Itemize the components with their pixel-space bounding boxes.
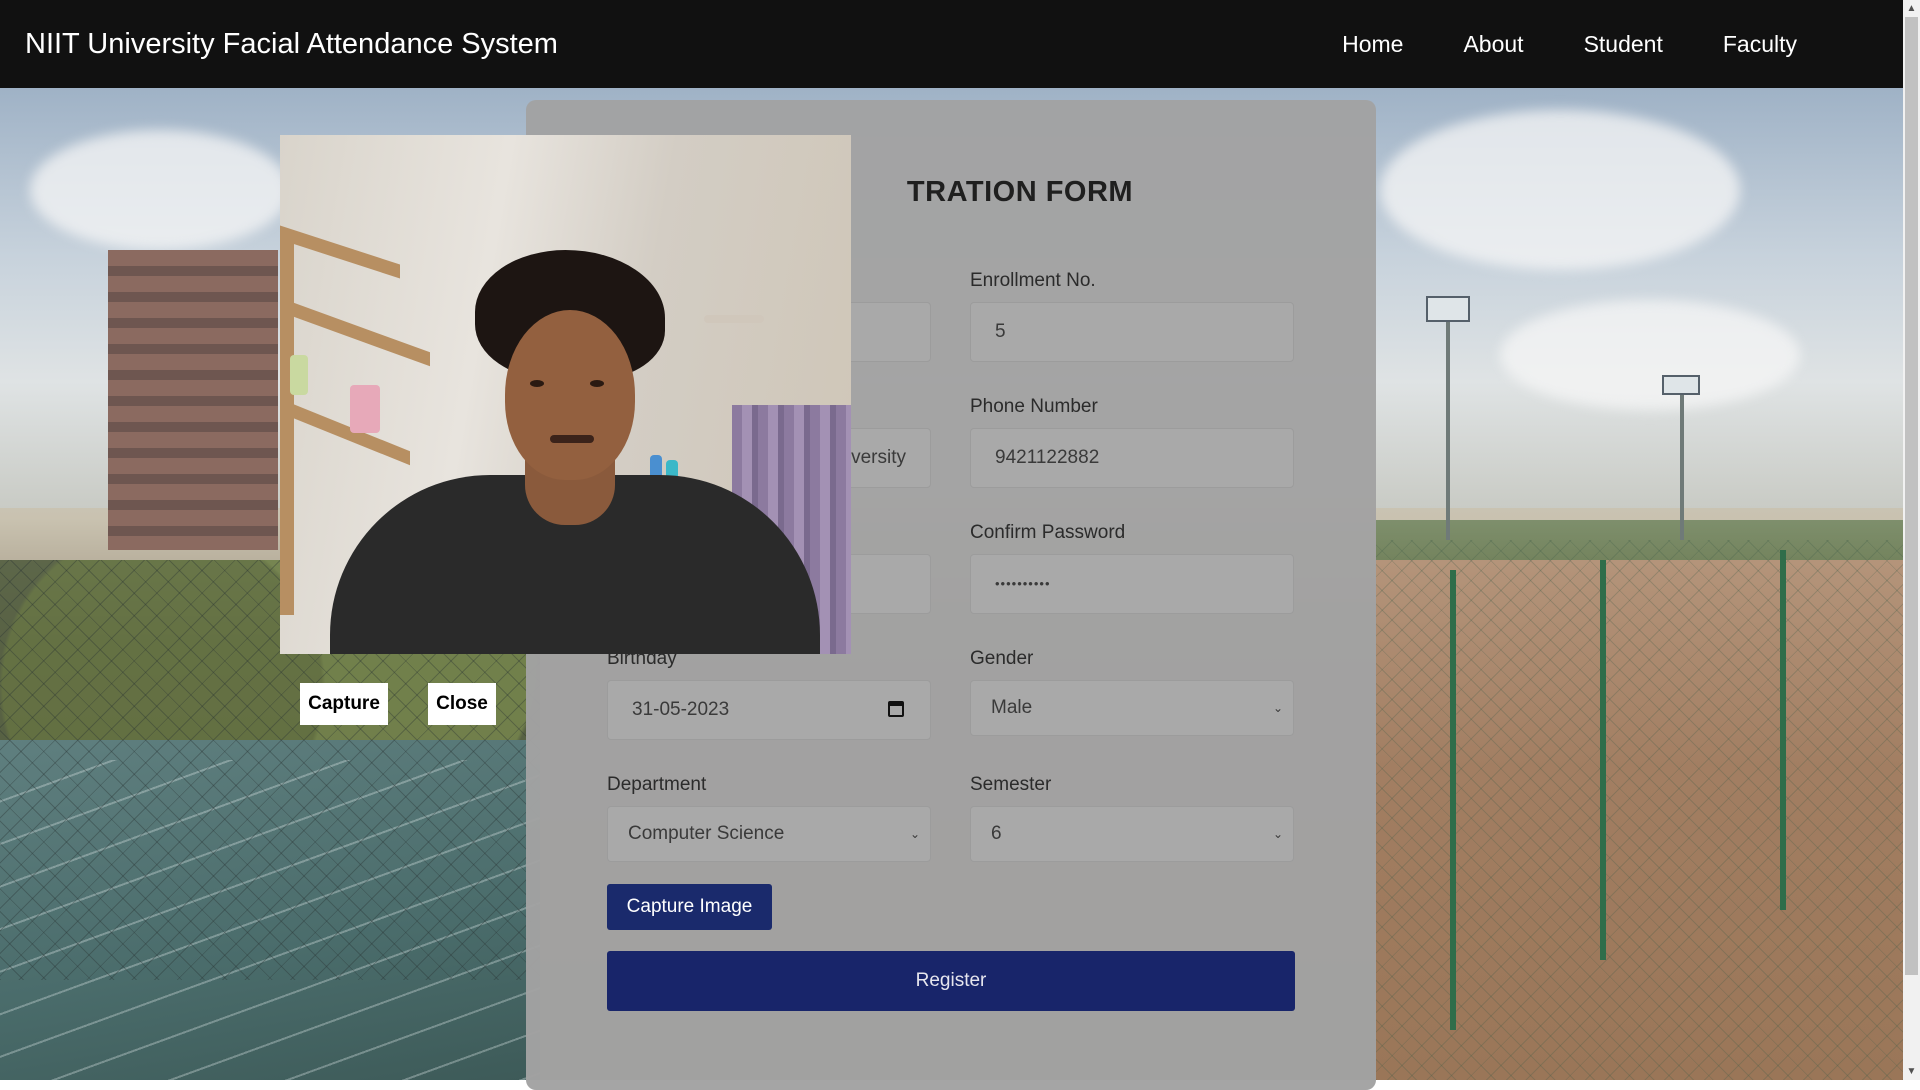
fence-post bbox=[1780, 550, 1786, 910]
nav-links: Home About Student Faculty bbox=[1342, 0, 1797, 88]
close-button[interactable]: Close bbox=[428, 683, 496, 725]
phone-input[interactable]: 9421122882 bbox=[970, 428, 1294, 488]
building bbox=[108, 250, 278, 550]
gender-selected-value: Male bbox=[991, 697, 1033, 718]
bottle bbox=[290, 355, 308, 395]
chevron-down-icon: ⌄ bbox=[1272, 701, 1283, 715]
top-navbar: NIIT University Facial Attendance System… bbox=[0, 0, 1903, 88]
gender-label: Gender bbox=[970, 648, 1034, 669]
box bbox=[350, 385, 380, 433]
scroll-thumb[interactable] bbox=[1905, 17, 1918, 975]
fence-post bbox=[1600, 560, 1606, 960]
register-button[interactable]: Register bbox=[607, 951, 1295, 1011]
birthday-date-input[interactable]: 31-05-2023 bbox=[607, 680, 931, 740]
ceiling-fan bbox=[704, 315, 764, 323]
eye bbox=[590, 380, 604, 387]
mouth bbox=[550, 435, 594, 443]
capture-image-button[interactable]: Capture Image bbox=[607, 884, 772, 930]
nav-student[interactable]: Student bbox=[1584, 31, 1663, 58]
calendar-icon[interactable] bbox=[888, 701, 904, 717]
light-pole bbox=[1680, 390, 1684, 540]
confirm-password-input[interactable]: •••••••••• bbox=[970, 554, 1294, 614]
chevron-down-icon: ⌄ bbox=[909, 827, 920, 841]
enrollment-input[interactable]: 5 bbox=[970, 302, 1294, 362]
scroll-up-arrow-icon[interactable]: ▲ bbox=[1903, 0, 1920, 17]
nav-faculty[interactable]: Faculty bbox=[1723, 31, 1797, 58]
semester-selected-value: 6 bbox=[991, 823, 1002, 844]
semester-label: Semester bbox=[970, 774, 1052, 795]
shelf-side bbox=[280, 235, 294, 615]
birthday-value: 31-05-2023 bbox=[632, 699, 730, 720]
light-pole bbox=[1446, 320, 1450, 540]
cloud bbox=[1380, 110, 1740, 270]
nav-home[interactable]: Home bbox=[1342, 31, 1403, 58]
cloud bbox=[1500, 300, 1800, 410]
fence-post bbox=[1450, 570, 1456, 1030]
department-selected-value: Computer Science bbox=[628, 823, 785, 844]
eye bbox=[530, 380, 544, 387]
confirm-password-label: Confirm Password bbox=[970, 522, 1126, 543]
person-face bbox=[505, 310, 635, 480]
department-label: Department bbox=[607, 774, 707, 795]
capture-button[interactable]: Capture bbox=[300, 683, 388, 725]
scroll-down-arrow-icon[interactable]: ▼ bbox=[1903, 1063, 1920, 1080]
department-select[interactable]: Computer Science ⌄ bbox=[607, 806, 931, 862]
page-scrollbar[interactable]: ▲ ▼ bbox=[1903, 0, 1920, 1080]
cloud bbox=[30, 130, 290, 250]
site-title: NIIT University Facial Attendance System bbox=[25, 27, 558, 60]
webcam-preview bbox=[280, 135, 851, 654]
chevron-down-icon: ⌄ bbox=[1272, 827, 1283, 841]
phone-label: Phone Number bbox=[970, 396, 1098, 417]
semester-select[interactable]: 6 ⌄ bbox=[970, 806, 1294, 862]
gender-select[interactable]: Male ⌄ bbox=[970, 680, 1294, 736]
nav-about[interactable]: About bbox=[1463, 31, 1523, 58]
enrollment-label: Enrollment No. bbox=[970, 270, 1096, 291]
floodlight bbox=[1426, 296, 1470, 322]
floodlight bbox=[1662, 375, 1700, 395]
